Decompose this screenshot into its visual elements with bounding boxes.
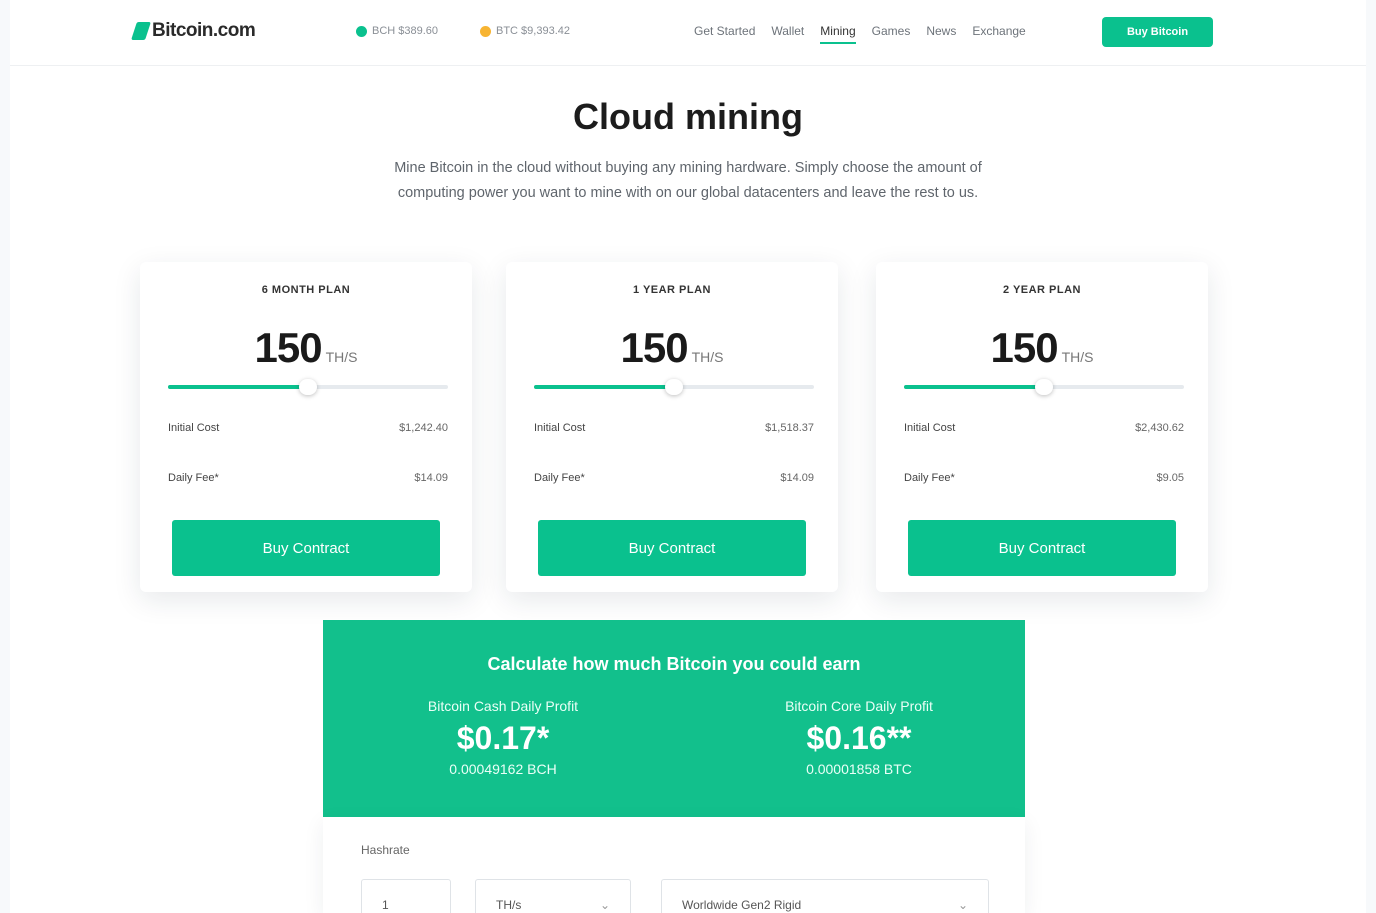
- daily-fee-row: Daily Fee* $9.05: [904, 472, 1184, 484]
- plan-hashrate: 150 TH/S: [140, 324, 472, 372]
- initial-cost-value: $2,430.62: [1135, 422, 1184, 434]
- plan-hashrate-unit: TH/S: [691, 349, 724, 365]
- buy-contract-button[interactable]: Buy Contract: [908, 520, 1176, 576]
- plan-hashrate: 150 TH/S: [506, 324, 838, 372]
- daily-fee-value: $14.09: [414, 472, 448, 484]
- plan-hashrate-value: 150: [254, 324, 323, 371]
- initial-cost-label: Initial Cost: [534, 422, 586, 434]
- page-title: Cloud mining: [573, 96, 803, 137]
- hashrate-label: Hashrate: [361, 843, 410, 857]
- plan-title: 2 YEAR PLAN: [1002, 284, 1082, 296]
- initial-cost-row: Initial Cost $2,430.62: [904, 422, 1184, 434]
- ticker-bch-label: BCH $389.60: [372, 25, 439, 37]
- plan-hashrate-value: 150: [620, 324, 689, 371]
- calculator-title: Calculate how much Bitcoin you could ear…: [487, 654, 861, 674]
- initial-cost-label: Initial Cost: [904, 422, 956, 434]
- btc-profit-value: $0.16**: [806, 720, 912, 756]
- profit-calculator-banner: Calculate how much Bitcoin you could ear…: [323, 620, 1025, 817]
- daily-fee-label: Daily Fee*: [168, 472, 219, 484]
- bch-profit-amount: 0.00049162 BCH: [449, 761, 557, 777]
- nav-exchange[interactable]: Exchange: [972, 24, 1025, 38]
- nav-news[interactable]: News: [926, 24, 956, 38]
- hashrate-slider[interactable]: [904, 379, 1184, 395]
- hashrate-input-value: 1: [382, 898, 389, 912]
- hashrate-slider[interactable]: [168, 379, 448, 395]
- hashrate-slider[interactable]: [534, 379, 814, 395]
- page-subtitle: Mine Bitcoin in the cloud without buying…: [394, 160, 982, 201]
- daily-fee-label: Daily Fee*: [904, 472, 955, 484]
- initial-cost-label: Initial Cost: [168, 422, 220, 434]
- bch-coin-icon: [356, 25, 367, 37]
- nav-mining[interactable]: Mining: [820, 24, 857, 44]
- btc-profit: Bitcoin Core Daily Profit $0.16** 0.0000…: [699, 698, 1019, 777]
- bch-profit-value: $0.17*: [456, 720, 550, 756]
- ticker-bch[interactable]: BCH $389.60: [356, 25, 438, 37]
- buy-contract-button[interactable]: Buy Contract: [538, 520, 806, 576]
- logo[interactable]: Bitcoin.com: [131, 20, 256, 42]
- slider-handle[interactable]: [299, 379, 317, 395]
- daily-fee-value: $9.05: [1156, 472, 1184, 484]
- daily-fee-value: $14.09: [780, 472, 814, 484]
- rig-select[interactable]: Worldwide Gen2 Rigid ⌄: [661, 879, 989, 913]
- calculator-form: Hashrate 1 TH/s ⌄ Worldwide Gen2 Rigid ⌄: [323, 817, 1025, 913]
- hashrate-unit-value: TH/s: [496, 898, 522, 912]
- slider-fill: [904, 385, 1044, 389]
- bch-profit: Bitcoin Cash Daily Profit $0.17* 0.00049…: [343, 698, 663, 777]
- daily-fee-row: Daily Fee* $14.09: [168, 472, 448, 484]
- plan-hashrate-unit: TH/S: [325, 349, 358, 365]
- chevron-down-icon: ⌄: [599, 898, 610, 912]
- nav-get-started[interactable]: Get Started: [694, 24, 755, 38]
- ticker-btc[interactable]: BTC $9,393.42: [480, 25, 570, 37]
- daily-fee-label: Daily Fee*: [534, 472, 585, 484]
- slider-fill: [168, 385, 308, 389]
- plan-title: 1 YEAR PLAN: [632, 284, 712, 296]
- buy-bitcoin-button[interactable]: Buy Bitcoin: [1102, 17, 1213, 47]
- hashrate-unit-select[interactable]: TH/s ⌄: [475, 879, 631, 913]
- buy-contract-button[interactable]: Buy Contract: [172, 520, 440, 576]
- slider-handle[interactable]: [665, 379, 683, 395]
- nav-wallet[interactable]: Wallet: [771, 24, 804, 38]
- plan-card-6-month: 6 MONTH PLAN 150 TH/S Initial Cost $1,242…: [140, 262, 472, 592]
- initial-cost-value: $1,518.37: [765, 422, 814, 434]
- rig-select-value: Worldwide Gen2 Rigid: [682, 898, 802, 912]
- btc-profit-label: Bitcoin Core Daily Profit: [785, 698, 933, 714]
- plan-hashrate: 150 TH/S: [876, 324, 1208, 372]
- btc-coin-icon: [480, 25, 491, 37]
- initial-cost-row: Initial Cost $1,242.40: [168, 422, 448, 434]
- initial-cost-value: $1,242.40: [399, 422, 448, 434]
- plan-hashrate-unit: TH/S: [1061, 349, 1094, 365]
- slider-fill: [534, 385, 674, 389]
- page: Bitcoin.com BCH $389.60 BTC $9,393.42 Ge…: [10, 0, 1366, 913]
- hashrate-input[interactable]: 1: [361, 879, 451, 913]
- main-nav: Get Started Wallet Mining Games News Exc…: [694, 24, 1026, 44]
- chevron-down-icon: ⌄: [957, 898, 968, 912]
- plan-title: 6 MONTH PLAN: [261, 284, 351, 296]
- ticker-btc-label: BTC $9,393.42: [496, 25, 570, 37]
- plan-card-1-year: 1 YEAR PLAN 150 TH/S Initial Cost $1,518.…: [506, 262, 838, 592]
- top-header: Bitcoin.com BCH $389.60 BTC $9,393.42 Ge…: [10, 0, 1366, 66]
- logo-mark-icon: [131, 22, 151, 40]
- plan-card-2-year: 2 YEAR PLAN 150 TH/S Initial Cost $2,430.…: [876, 262, 1208, 592]
- slider-handle[interactable]: [1035, 379, 1053, 395]
- daily-fee-row: Daily Fee* $14.09: [534, 472, 814, 484]
- logo-text: Bitcoin.com: [152, 20, 256, 41]
- initial-cost-row: Initial Cost $1,518.37: [534, 422, 814, 434]
- nav-games[interactable]: Games: [872, 24, 911, 38]
- bch-profit-label: Bitcoin Cash Daily Profit: [427, 698, 579, 714]
- plan-hashrate-value: 150: [990, 324, 1059, 371]
- btc-profit-amount: 0.00001858 BTC: [806, 761, 912, 777]
